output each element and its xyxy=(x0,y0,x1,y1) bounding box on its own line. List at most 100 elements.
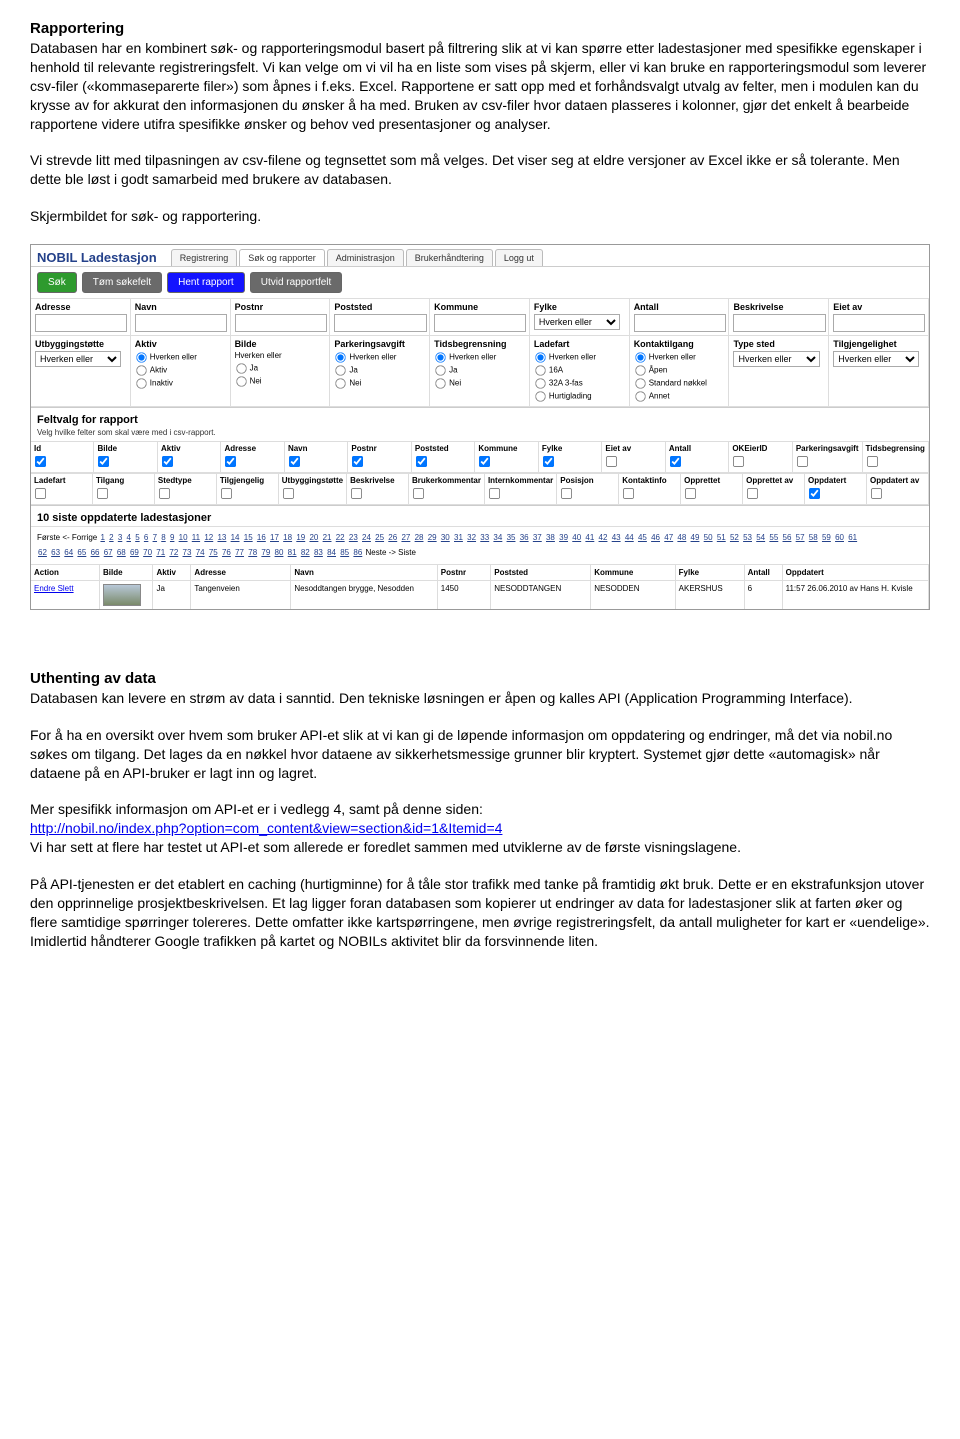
check-box[interactable] xyxy=(685,488,696,499)
check-box[interactable] xyxy=(98,456,109,467)
check-box[interactable] xyxy=(289,456,300,467)
page-link[interactable]: 66 xyxy=(91,548,100,557)
page-link[interactable]: 38 xyxy=(546,533,555,542)
page-link[interactable]: 48 xyxy=(677,533,686,542)
api-link[interactable]: http://nobil.no/index.php?option=com_con… xyxy=(30,820,502,836)
page-link[interactable]: 35 xyxy=(507,533,516,542)
page-link[interactable]: 75 xyxy=(209,548,218,557)
page-link[interactable]: 59 xyxy=(822,533,831,542)
page-link[interactable]: 86 xyxy=(353,548,362,557)
page-link[interactable]: 71 xyxy=(156,548,165,557)
bilde-radio-1[interactable] xyxy=(236,363,246,373)
filter-antall-input[interactable] xyxy=(634,314,726,332)
check-box[interactable] xyxy=(162,456,173,467)
page-link[interactable]: 56 xyxy=(783,533,792,542)
check-box[interactable] xyxy=(283,488,294,499)
check-box[interactable] xyxy=(479,456,490,467)
check-box[interactable] xyxy=(221,488,232,499)
page-link[interactable]: 9 xyxy=(170,533,174,542)
page-link[interactable]: 54 xyxy=(756,533,765,542)
kont-radio-2[interactable] xyxy=(635,378,645,388)
tid-radio-1[interactable] xyxy=(435,365,445,375)
page-link[interactable]: 83 xyxy=(314,548,323,557)
page-link[interactable]: 16 xyxy=(257,533,266,542)
check-box[interactable] xyxy=(35,456,46,467)
page-link[interactable]: 6 xyxy=(144,533,148,542)
hent-button[interactable]: Hent rapport xyxy=(167,272,245,293)
aktiv-radio-1[interactable] xyxy=(136,365,146,375)
page-link[interactable]: 18 xyxy=(283,533,292,542)
check-box[interactable] xyxy=(225,456,236,467)
page-link[interactable]: 51 xyxy=(717,533,726,542)
page-link[interactable]: 55 xyxy=(769,533,778,542)
page-link[interactable]: 76 xyxy=(222,548,231,557)
page-link[interactable]: 41 xyxy=(585,533,594,542)
check-box[interactable] xyxy=(871,488,882,499)
page-link[interactable]: 30 xyxy=(441,533,450,542)
page-link[interactable]: 64 xyxy=(64,548,73,557)
filter-beskrivelse-input[interactable] xyxy=(733,314,825,332)
lade-radio-0[interactable] xyxy=(535,352,545,362)
check-box[interactable] xyxy=(413,488,424,499)
filter-postnr-input[interactable] xyxy=(235,314,327,332)
page-link[interactable]: 10 xyxy=(179,533,188,542)
tab-brukerhandtering[interactable]: Brukerhåndtering xyxy=(406,249,493,266)
page-link[interactable]: 8 xyxy=(161,533,165,542)
tom-button[interactable]: Tøm søkefelt xyxy=(82,272,162,293)
page-link[interactable]: 36 xyxy=(520,533,529,542)
page-link[interactable]: 15 xyxy=(244,533,253,542)
page-link[interactable]: 61 xyxy=(848,533,857,542)
filter-tilgjengelig-select[interactable]: Hverken eller xyxy=(833,351,919,367)
filter-utbygging-select[interactable]: Hverken eller xyxy=(35,351,121,367)
page-link[interactable]: 23 xyxy=(349,533,358,542)
page-link[interactable]: 50 xyxy=(704,533,713,542)
check-box[interactable] xyxy=(733,456,744,467)
page-link[interactable]: 20 xyxy=(309,533,318,542)
filter-navn-input[interactable] xyxy=(135,314,227,332)
aktiv-radio-2[interactable] xyxy=(136,378,146,388)
bilde-radio-2[interactable] xyxy=(236,376,246,386)
page-link[interactable]: 14 xyxy=(231,533,240,542)
aktiv-radio-0[interactable] xyxy=(136,352,146,362)
page-link[interactable]: 2 xyxy=(109,533,113,542)
check-box[interactable] xyxy=(670,456,681,467)
page-link[interactable]: 58 xyxy=(809,533,818,542)
check-box[interactable] xyxy=(35,488,46,499)
page-link[interactable]: 53 xyxy=(743,533,752,542)
tab-administrasjon[interactable]: Administrasjon xyxy=(327,249,404,266)
sok-button[interactable]: Søk xyxy=(37,272,77,293)
park-radio-2[interactable] xyxy=(336,378,346,388)
page-link[interactable]: 22 xyxy=(336,533,345,542)
page-link[interactable]: 67 xyxy=(104,548,113,557)
page-link[interactable]: 81 xyxy=(288,548,297,557)
kont-radio-1[interactable] xyxy=(635,365,645,375)
page-link[interactable]: 31 xyxy=(454,533,463,542)
page-link[interactable]: 68 xyxy=(117,548,126,557)
page-link[interactable]: 79 xyxy=(261,548,270,557)
page-link[interactable]: 40 xyxy=(572,533,581,542)
page-link[interactable]: 33 xyxy=(480,533,489,542)
page-link[interactable]: 74 xyxy=(196,548,205,557)
page-link[interactable]: 26 xyxy=(388,533,397,542)
page-link[interactable]: 84 xyxy=(327,548,336,557)
lade-radio-2[interactable] xyxy=(535,378,545,388)
page-link[interactable]: 72 xyxy=(169,548,178,557)
page-link[interactable]: 17 xyxy=(270,533,279,542)
page-link[interactable]: 29 xyxy=(428,533,437,542)
page-link[interactable]: 60 xyxy=(835,533,844,542)
page-link[interactable]: 37 xyxy=(533,533,542,542)
page-link[interactable]: 46 xyxy=(651,533,660,542)
page-link[interactable]: 42 xyxy=(599,533,608,542)
check-box[interactable] xyxy=(623,488,634,499)
lade-radio-1[interactable] xyxy=(535,365,545,375)
check-box[interactable] xyxy=(489,488,500,499)
check-box[interactable] xyxy=(97,488,108,499)
check-box[interactable] xyxy=(159,488,170,499)
filter-typested-select[interactable]: Hverken eller xyxy=(733,351,819,367)
page-link[interactable]: 57 xyxy=(796,533,805,542)
filter-eiet-input[interactable] xyxy=(833,314,925,332)
page-link[interactable]: 5 xyxy=(135,533,139,542)
page-link[interactable]: 49 xyxy=(691,533,700,542)
park-radio-0[interactable] xyxy=(336,352,346,362)
tab-sok-rapporter[interactable]: Søk og rapporter xyxy=(239,249,325,266)
